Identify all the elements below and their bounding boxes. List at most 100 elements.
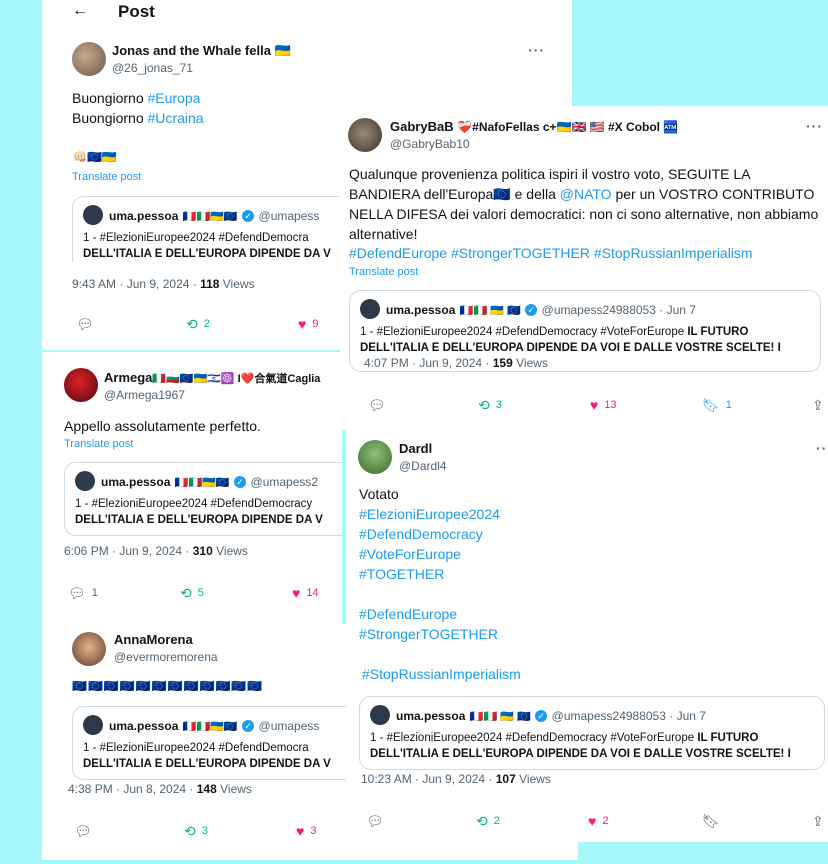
author-name[interactable]: Armega🇮🇹🇧🇬🇪🇺🇺🇦🇮🇱☸️ I❤️合氣道Caglia <box>104 370 320 386</box>
like-button[interactable]: ♥ 2 <box>588 814 608 828</box>
more-dots-icon[interactable]: ··· <box>528 42 545 58</box>
retweet-button[interactable]: ⟲ 3 <box>478 398 502 412</box>
author-handle[interactable]: @GabryBab10 <box>390 137 470 151</box>
speech-bubble-icon: 💬︎ <box>366 813 384 829</box>
like-button[interactable]: ♥ 9 <box>298 317 318 331</box>
author-name[interactable]: GabryBaB ❤️‍🩹#NafoFellas c+🇺🇦🇬🇧 🇺🇸 #X Co… <box>390 119 678 134</box>
retweet-button[interactable]: ⟲ 2 <box>186 317 210 331</box>
post-timestamp[interactable]: 10:23 AM · Jun 9, 2024 · 107 Views <box>361 772 551 786</box>
retweet-button[interactable]: ⟲ 3 <box>184 824 208 838</box>
author-name[interactable]: Dardl <box>399 441 432 456</box>
retweet-icon: ⟲ <box>478 397 490 413</box>
hashtag-link[interactable]: #DefendEurope <box>359 604 521 624</box>
hashtags[interactable]: #DefendEurope #StrongerTOGETHER #StopRus… <box>349 243 753 263</box>
bookmark-button[interactable]: 🔖︎ <box>702 814 720 828</box>
bookmark-icon: 🔖︎ <box>702 813 720 829</box>
like-button[interactable]: ♥ 14 <box>292 586 319 600</box>
author-handle[interactable]: @evermoremorena <box>114 650 218 664</box>
mention-link[interactable]: @NATO <box>560 186 612 202</box>
verified-badge-icon: ✓ <box>535 709 548 722</box>
retweet-icon: ⟲ <box>180 585 192 601</box>
translate-post-link[interactable]: Translate post <box>72 171 141 183</box>
retweet-icon: ⟲ <box>186 316 198 332</box>
quote-avatar <box>370 705 390 725</box>
post-meta-jonas: 9:43 AM · Jun 9, 2024 · 118 Views 💬︎ ⟲ 2 … <box>42 262 342 350</box>
quoted-post[interactable]: uma.pessoa 🇫🇷🇮🇹🇺🇦🇪🇺 ✓ @umapess2 1 - #Ele… <box>64 462 342 536</box>
hashtag-link[interactable]: #TOGETHER <box>359 564 521 584</box>
heart-icon: ♥ <box>298 316 307 332</box>
share-button[interactable]: ⇪ <box>812 814 824 828</box>
quote-text: 1 - #ElezioniEuropee2024 #DefendDemocra … <box>83 742 331 770</box>
author-name[interactable]: Jonas and the Whale fella 🇺🇦 <box>112 43 291 59</box>
speech-bubble-icon: 💬︎ <box>368 397 386 413</box>
back-arrow-icon[interactable]: ← <box>72 2 88 20</box>
verified-badge-icon: ✓ <box>242 719 255 732</box>
hashtag-link[interactable]: #Europa <box>148 90 201 106</box>
reply-button[interactable]: 💬︎ 1 <box>68 586 98 600</box>
quoted-post[interactable]: uma.pessoa 🇫🇷🇮🇹 🇺🇦 🇪🇺 ✓ @umapess24988053… <box>359 696 825 770</box>
quote-author-name: uma.pessoa <box>396 709 466 723</box>
share-icon: ⇪ <box>812 397 824 413</box>
emoji-line: 👊🏻🇪🇺🇺🇦 <box>72 150 117 164</box>
post-text: Qualunque provenienza politica ispiri il… <box>349 166 819 242</box>
bookmark-button[interactable]: 🔖︎ 1 <box>702 398 732 412</box>
hashtag-link[interactable]: #DefendDemocracy <box>359 524 521 544</box>
post-timestamp[interactable]: 6:06 PM · Jun 9, 2024 · 310 Views <box>64 544 248 558</box>
retweet-icon: ⟲ <box>184 823 196 839</box>
avatar[interactable] <box>72 42 106 76</box>
author-name[interactable]: AnnaMorena <box>114 632 193 647</box>
emoji-line: 🇪🇺🇪🇺🇪🇺🇪🇺🇪🇺🇪🇺🇪🇺🇪🇺🇪🇺🇪🇺🇪🇺🇪🇺 <box>72 679 264 693</box>
quote-author-name: uma.pessoa <box>109 719 179 733</box>
hashtag-link[interactable]: #VoteForEurope <box>359 544 521 564</box>
reply-button[interactable]: 💬︎ <box>366 814 384 828</box>
post-timestamp[interactable]: 4:07 PM · Jun 9, 2024 · 159 Views <box>364 356 548 370</box>
avatar[interactable] <box>348 118 382 152</box>
heart-icon: ♥ <box>292 585 301 601</box>
more-dots-icon[interactable]: ··· <box>816 440 828 456</box>
share-button[interactable]: ⇪ <box>812 398 824 412</box>
heart-icon: ♥ <box>588 813 597 829</box>
translate-post-link[interactable]: Translate post <box>349 266 418 278</box>
bookmark-icon: 🔖︎ <box>702 397 720 413</box>
more-dots-icon[interactable]: ··· <box>806 118 823 134</box>
speech-bubble-icon: 💬︎ <box>68 585 86 601</box>
avatar[interactable] <box>72 632 106 666</box>
avatar[interactable] <box>64 368 98 402</box>
author-handle[interactable]: @26_jonas_71 <box>112 61 193 75</box>
verified-badge-icon: ✓ <box>234 475 247 488</box>
author-handle[interactable]: @Armega1967 <box>104 388 185 402</box>
post-card-dardl: Dardl @Dardl4 ··· Votato #ElezioniEurope… <box>346 430 828 842</box>
page-title: Post <box>118 2 155 21</box>
reply-button[interactable]: 💬︎ <box>74 824 92 838</box>
post-card-gabrybab: GabryBaB ❤️‍🩹#NafoFellas c+🇺🇦🇬🇧 🇺🇸 #X Co… <box>340 106 828 430</box>
speech-bubble-icon: 💬︎ <box>74 823 92 839</box>
like-button[interactable]: ♥ 13 <box>590 398 617 412</box>
quote-text: 1 - #ElezioniEuropee2024 #DefendDemocrac… <box>360 326 781 354</box>
quote-avatar <box>83 715 103 735</box>
verified-badge-icon: ✓ <box>525 303 538 316</box>
verified-badge-icon: ✓ <box>242 209 255 222</box>
like-button[interactable]: ♥ 3 <box>296 824 316 838</box>
reply-button[interactable]: 💬︎ <box>76 317 94 331</box>
speech-bubble-icon: 💬︎ <box>76 316 94 332</box>
retweet-button[interactable]: ⟲ 5 <box>180 586 204 600</box>
post-timestamp[interactable]: 9:43 AM · Jun 9, 2024 · 118 Views <box>72 277 255 291</box>
quote-text: 1 - #ElezioniEuropee2024 #DefendDemocrac… <box>75 498 323 526</box>
avatar[interactable] <box>358 440 392 474</box>
quote-author-name: uma.pessoa <box>109 209 179 223</box>
translate-post-link[interactable]: Translate post <box>64 438 133 450</box>
quote-avatar <box>360 299 380 319</box>
quote-author-name: uma.pessoa <box>386 303 456 317</box>
retweet-button[interactable]: ⟲ 2 <box>476 814 500 828</box>
hashtag-link[interactable]: #StopRussianImperialism <box>359 664 521 684</box>
author-handle[interactable]: @Dardl4 <box>399 459 447 473</box>
reply-button[interactable]: 💬︎ <box>368 398 386 412</box>
hashtag-link[interactable]: #ElezioniEuropee2024 <box>359 504 521 524</box>
hashtag-link[interactable]: #StrongerTOGETHER <box>359 624 521 644</box>
heart-icon: ♥ <box>296 823 305 839</box>
quote-author-name: uma.pessoa <box>101 475 171 489</box>
post-text: Appello assolutamente perfetto. <box>64 418 261 434</box>
heart-icon: ♥ <box>590 397 599 413</box>
hashtag-link[interactable]: #Ucraina <box>148 110 204 126</box>
post-timestamp[interactable]: 4:38 PM · Jun 8, 2024 · 148 Views <box>68 782 252 796</box>
